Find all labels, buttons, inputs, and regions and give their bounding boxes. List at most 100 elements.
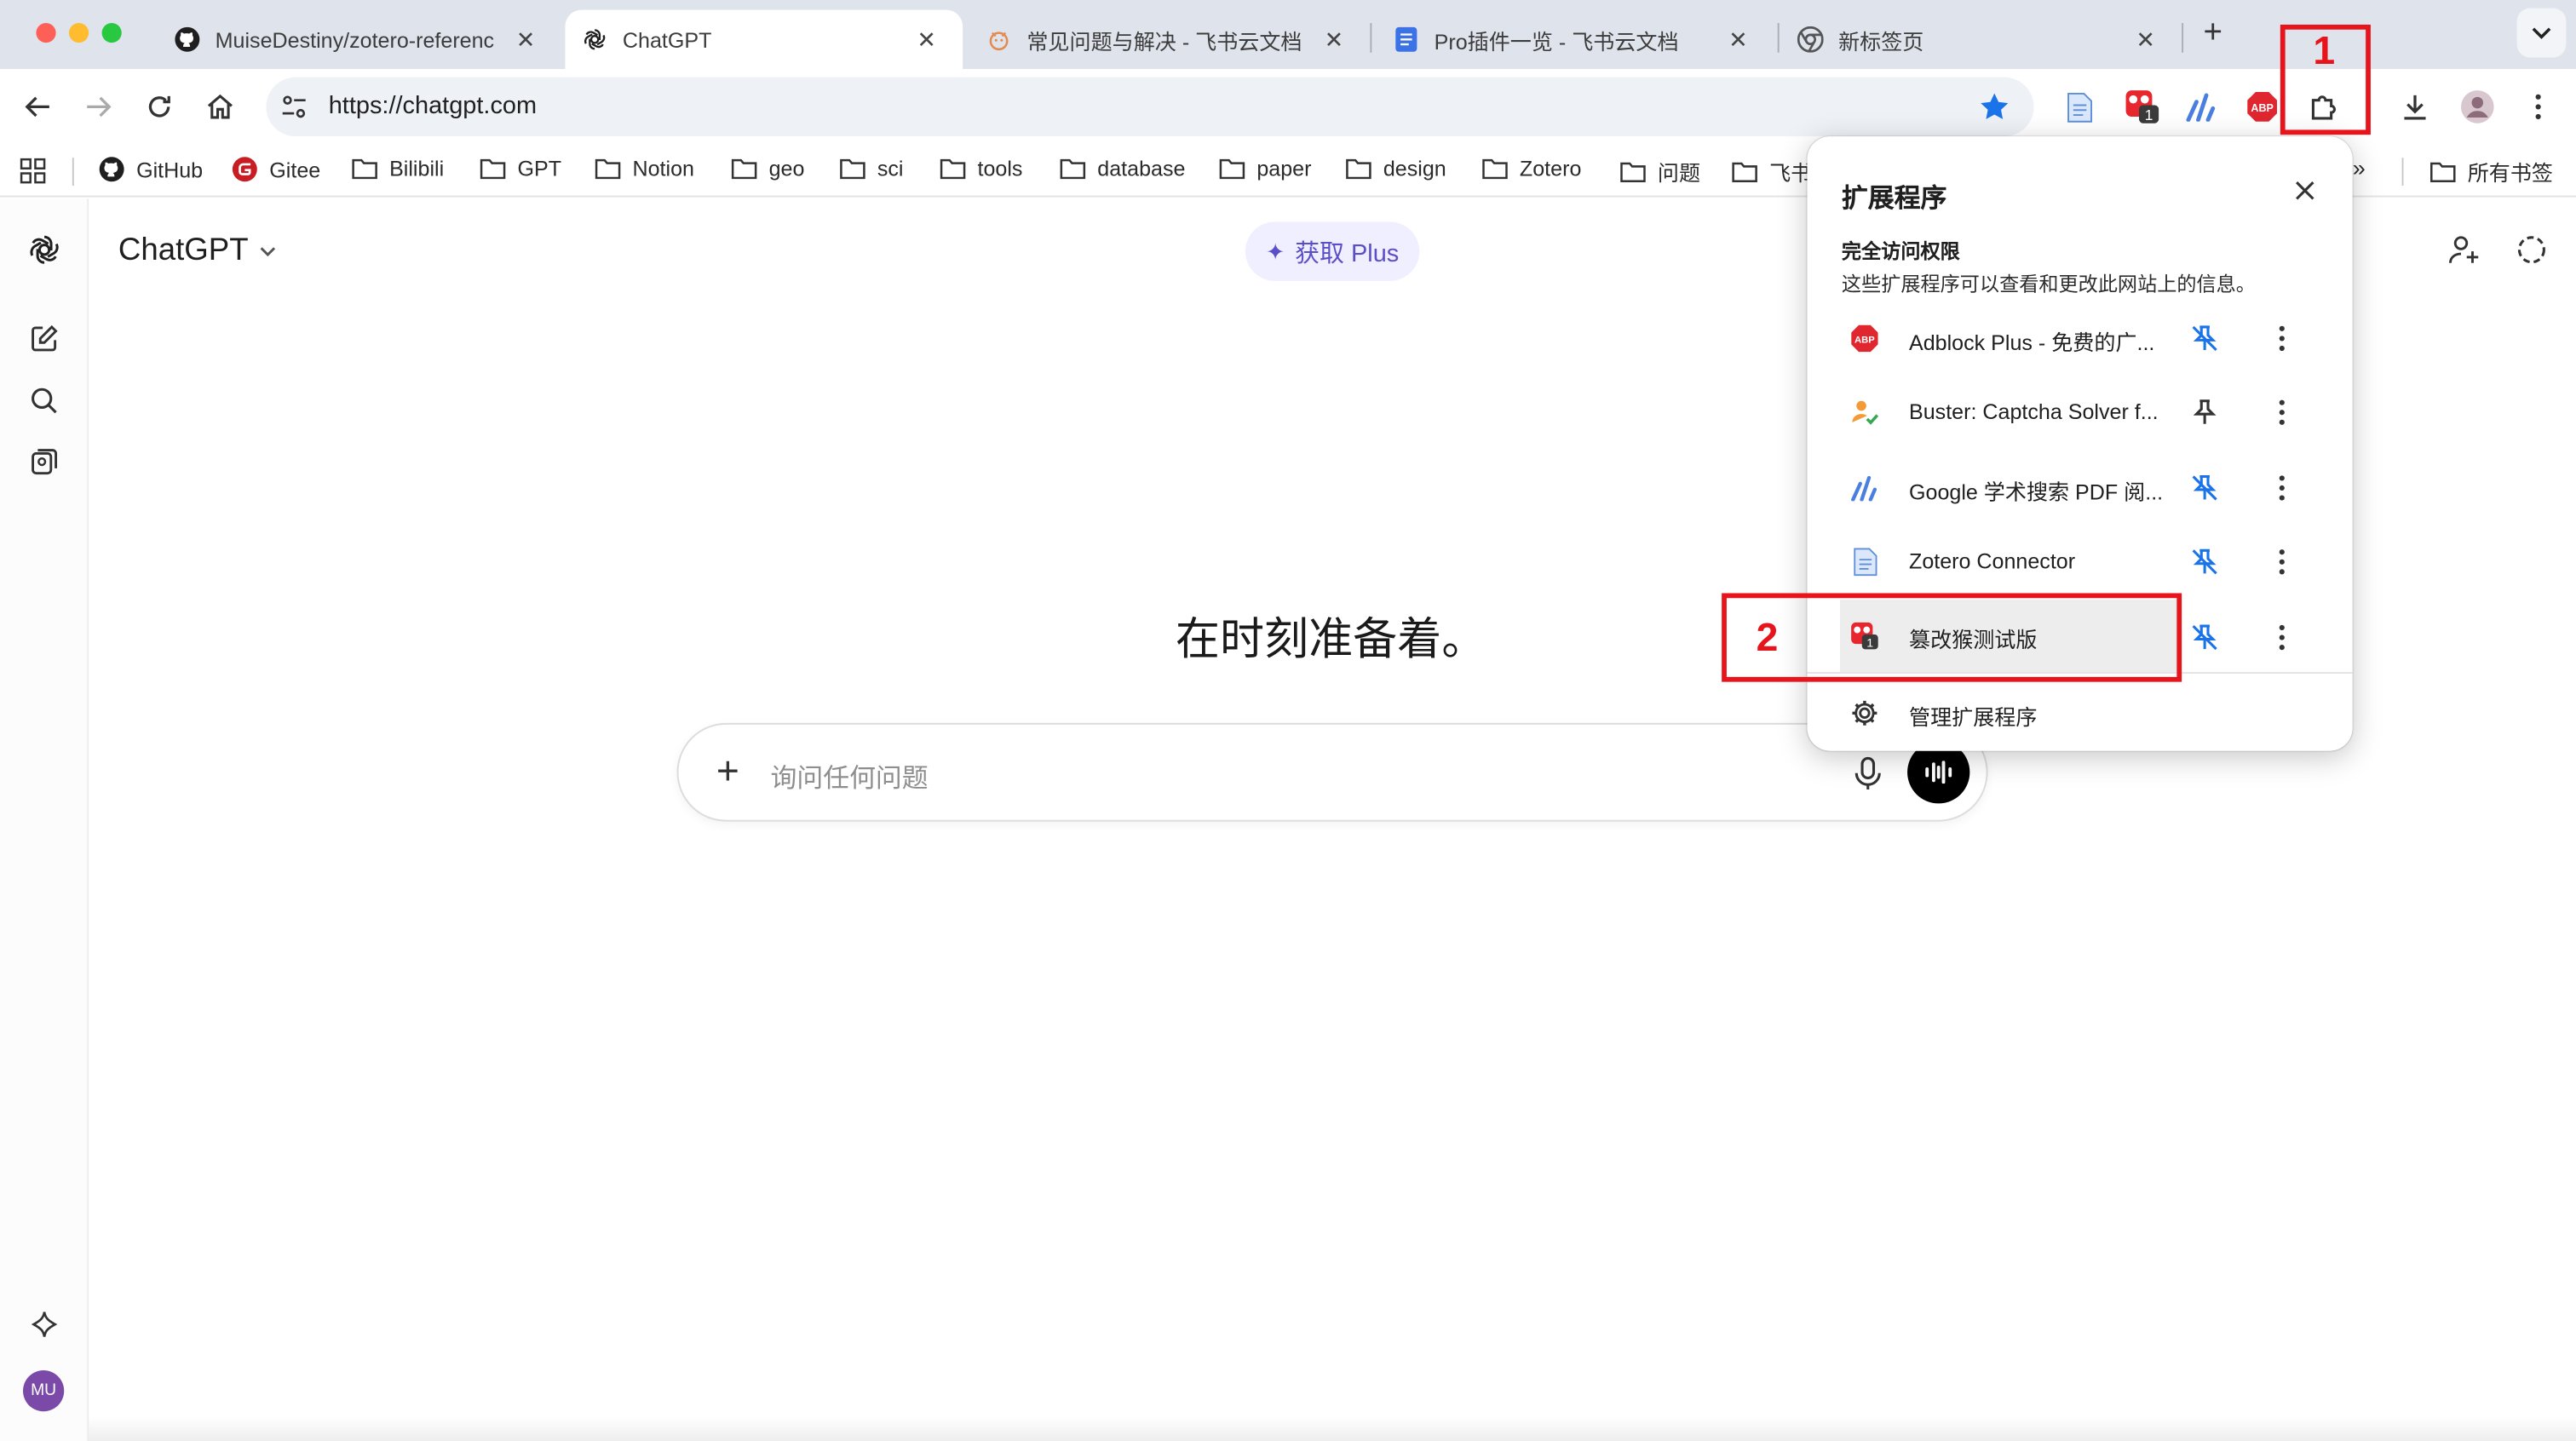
all-bookmarks-folder[interactable]: 所有书签 — [2429, 156, 2553, 187]
bookmark-folder-zotero[interactable]: Zotero — [1482, 156, 1581, 181]
reload-button[interactable] — [140, 87, 179, 126]
chatgpt-logo-button[interactable] — [25, 230, 64, 269]
user-avatar[interactable]: MU — [22, 1370, 65, 1412]
bookmark-gitee[interactable]: Gitee — [232, 156, 320, 182]
forward-button[interactable] — [79, 87, 118, 126]
tab-new-tab[interactable]: 新标签页 ✕ — [1781, 10, 2182, 69]
extension-more-button[interactable] — [2265, 322, 2298, 355]
bookmark-folder-issues[interactable]: 问题 — [1620, 156, 1701, 187]
forward-arrow-icon — [87, 96, 112, 118]
adblock-icon: ABP — [2247, 92, 2277, 122]
manage-extensions-row[interactable]: 管理扩展程序 — [1840, 680, 2326, 743]
bookmark-folder-geo[interactable]: geo — [731, 156, 804, 181]
bookmark-star-icon[interactable] — [1978, 90, 2011, 123]
github-icon — [99, 157, 124, 182]
extension-row-adblock[interactable]: ABP Adblock Plus - 免费的广... — [1840, 306, 2326, 368]
tab-title: 新标签页 — [1838, 28, 1924, 54]
zotero-icon — [2067, 92, 2093, 122]
tampermonkey-extension-button[interactable]: 1 — [2123, 87, 2162, 126]
apps-button[interactable] — [20, 158, 46, 184]
folder-icon — [352, 158, 377, 180]
microphone-icon[interactable] — [1851, 755, 1884, 791]
home-button[interactable] — [200, 87, 239, 126]
sora-button[interactable] — [25, 1305, 64, 1344]
downloads-button[interactable] — [2395, 87, 2435, 126]
get-plus-button[interactable]: ✦ 获取 Plus — [1245, 221, 1420, 281]
extension-more-button[interactable] — [2265, 396, 2298, 429]
zotero-extension-button[interactable] — [2060, 87, 2099, 126]
new-chat-button[interactable] — [25, 319, 64, 358]
extension-more-button[interactable] — [2265, 546, 2298, 579]
chat-composer[interactable]: + 询问任何问题 — [676, 722, 1988, 822]
bookmark-folder-paper[interactable]: paper — [1219, 156, 1311, 181]
svg-text:ABP: ABP — [1854, 336, 1875, 346]
bookmark-folder-database[interactable]: database — [1060, 156, 1185, 181]
back-button[interactable] — [18, 87, 57, 126]
close-icon[interactable]: ✕ — [2132, 26, 2159, 53]
unpin-icon[interactable] — [2188, 621, 2222, 654]
profile-button[interactable] — [2458, 87, 2497, 126]
extension-row-scholar[interactable]: Google 学术搜索 PDF 阅... — [1840, 455, 2326, 517]
close-icon[interactable]: ✕ — [1725, 26, 1751, 53]
close-icon[interactable]: ✕ — [913, 26, 940, 53]
gear-icon — [1850, 698, 1880, 728]
share-people-button[interactable] — [2447, 232, 2482, 267]
close-icon[interactable]: ✕ — [1321, 26, 1348, 53]
extension-name: Adblock Plus - 免费的广... — [1908, 330, 2155, 355]
tab-search-button[interactable] — [2516, 8, 2567, 58]
bookmark-folder-bilibili[interactable]: Bilibili — [352, 156, 444, 181]
library-button[interactable] — [25, 442, 64, 481]
url-text[interactable]: https://chatgpt.com — [329, 92, 537, 120]
tab-github[interactable]: MuiseDestiny/zotero-referenc ✕ — [158, 10, 561, 69]
bookmark-label: Notion — [632, 156, 694, 181]
unpin-icon[interactable] — [2188, 322, 2222, 355]
window-minimize-button[interactable] — [68, 23, 89, 43]
window-close-button[interactable] — [36, 23, 56, 43]
address-bar[interactable]: https://chatgpt.com — [266, 77, 2034, 137]
unpin-icon[interactable] — [2188, 472, 2222, 505]
github-icon — [174, 26, 200, 53]
model-name: ChatGPT — [118, 233, 249, 268]
attach-button[interactable]: + — [710, 752, 745, 791]
temporary-chat-button[interactable] — [2514, 232, 2550, 267]
download-icon — [2404, 95, 2426, 120]
browser-menu-button[interactable] — [2518, 87, 2557, 126]
close-icon[interactable]: ✕ — [513, 26, 539, 53]
scholar-extension-button[interactable] — [2182, 87, 2221, 126]
tab-feishu-faq[interactable]: 常见问题与解决 - 飞书云文档 ✕ — [969, 10, 1371, 69]
pin-icon[interactable] — [2188, 396, 2222, 429]
bookmark-folder-tools[interactable]: tools — [940, 156, 1022, 181]
extension-row-zotero[interactable]: Zotero Connector — [1840, 529, 2326, 591]
openai-icon — [582, 26, 608, 53]
composer-input[interactable]: 询问任何问题 — [770, 755, 928, 795]
search-chats-button[interactable] — [25, 382, 64, 421]
more-bookmarks-button[interactable]: » — [2353, 154, 2366, 181]
tab-title: Pro插件一览 - 飞书云文档 — [1434, 28, 1679, 54]
popup-close-button[interactable] — [2287, 173, 2323, 209]
bookmark-folder-feishu[interactable]: 飞书 — [1732, 156, 1812, 187]
adblock-extension-button[interactable]: ABP — [2242, 87, 2281, 126]
bookmark-folder-design[interactable]: design — [1345, 156, 1446, 181]
folder-icon — [1219, 158, 1245, 180]
bookmark-folder-sci[interactable]: sci — [839, 156, 904, 181]
site-info-icon[interactable] — [279, 92, 309, 122]
bookmark-folder-notion[interactable]: Notion — [595, 156, 694, 181]
dashed-circle-icon — [2517, 236, 2545, 264]
chrome-icon — [1797, 26, 1824, 53]
bottom-shadow — [89, 1416, 2576, 1441]
new-tab-button[interactable]: + — [2195, 14, 2231, 50]
extension-more-button[interactable] — [2265, 472, 2298, 505]
feishu-icon — [986, 26, 1012, 53]
tab-chatgpt[interactable]: ChatGPT ✕ — [565, 9, 963, 70]
tab-separator — [1777, 23, 1780, 53]
model-selector[interactable]: ChatGPT — [118, 233, 278, 269]
bookmark-label: Gitee — [269, 157, 321, 182]
extension-row-buster[interactable]: Buster: Captcha Solver f... — [1840, 380, 2326, 442]
tab-pro-plugins[interactable]: Pro插件一览 - 飞书云文档 ✕ — [1377, 10, 1774, 69]
window-zoom-button[interactable] — [101, 23, 122, 43]
bookmark-label: 问题 — [1657, 161, 1701, 187]
bookmark-folder-gpt[interactable]: GPT — [480, 156, 561, 181]
unpin-icon[interactable] — [2188, 546, 2222, 579]
extension-more-button[interactable] — [2265, 621, 2298, 654]
bookmark-github[interactable]: GitHub — [99, 156, 203, 182]
